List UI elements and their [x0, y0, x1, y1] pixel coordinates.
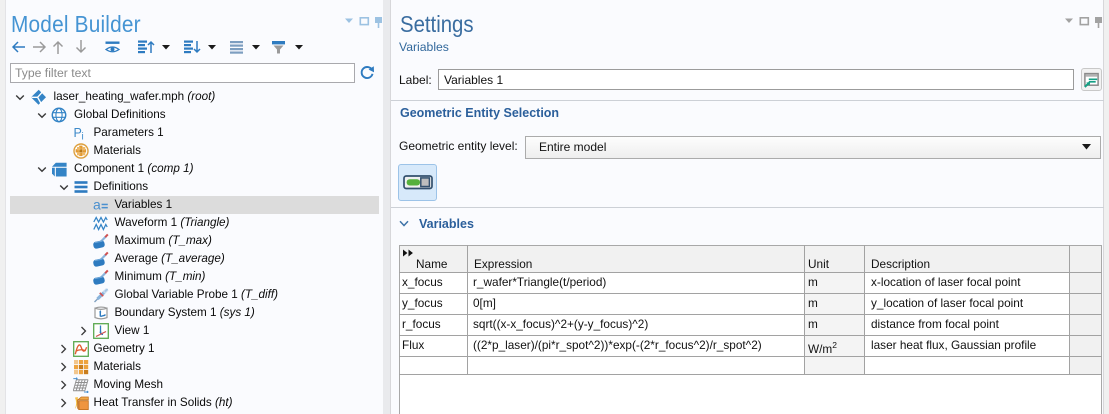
svg-text:i: i — [82, 132, 84, 142]
svg-text:a: a — [93, 197, 101, 213]
